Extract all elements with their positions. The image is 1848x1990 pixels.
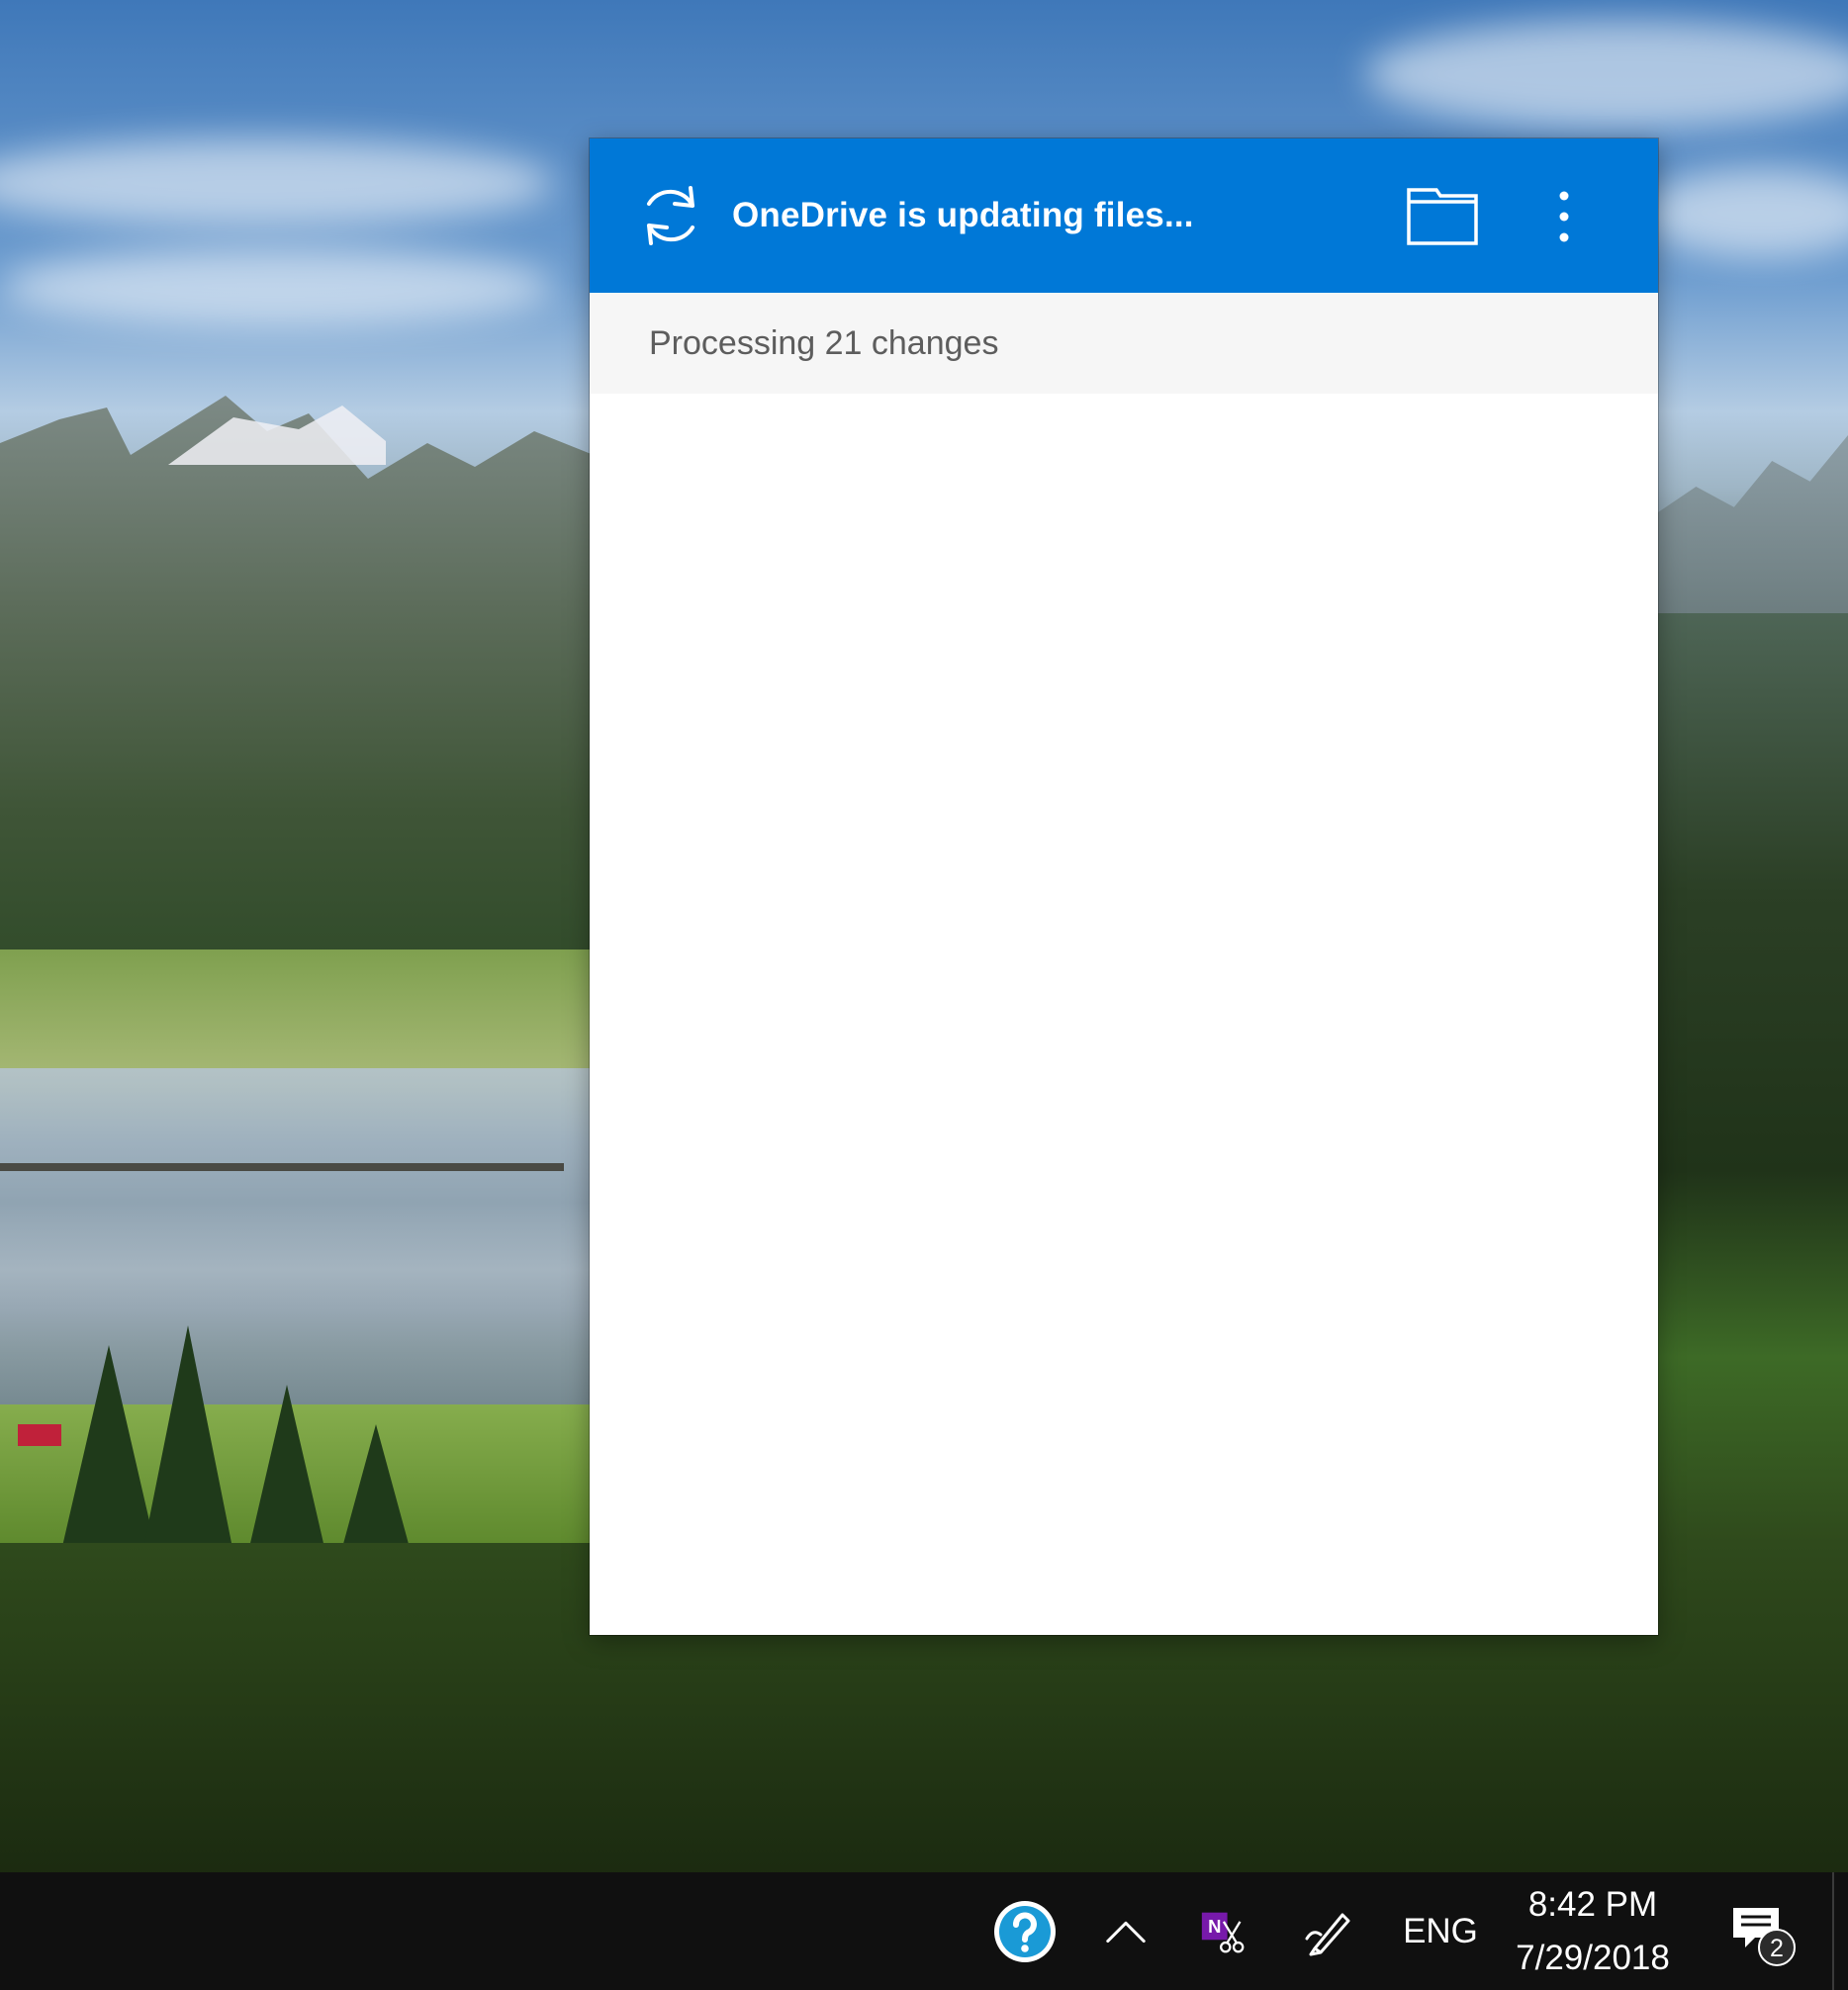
mountain-range [0,396,594,989]
help-question-icon [994,1900,1056,1962]
clock-time: 8:42 PM [1527,1884,1658,1924]
open-folder-button[interactable] [1403,182,1482,251]
activity-list [590,394,1658,1635]
action-center-button[interactable]: 2 [1715,1872,1806,1990]
bridge [0,1163,564,1171]
action-center-icon: 2 [1733,1907,1796,1966]
windows-ink-workspace-button[interactable] [1288,1872,1367,1990]
svg-text:N: N [1208,1915,1221,1936]
show-desktop-button[interactable] [1832,1872,1848,1990]
header-title: OneDrive is updating files... [732,196,1194,234]
more-options-button[interactable] [1539,182,1589,251]
cloud [1642,168,1848,257]
flyout-header: OneDrive is updating files... [590,138,1658,293]
onenote-tray-button[interactable]: N [1185,1872,1260,1990]
sync-arrows-icon [647,186,694,245]
status-text: Processing 21 changes [649,324,999,362]
folder-icon [1407,188,1478,245]
help-tray-button[interactable] [985,1872,1064,1990]
taskbar: N ENG 8:42 PM 7/29/2018 2 [0,1872,1848,1990]
status-bar: Processing 21 changes [590,293,1658,394]
input-language-indicator[interactable]: ENG [1391,1872,1490,1990]
clock-date: 7/29/2018 [1516,1938,1670,1977]
forest-hill [1658,613,1848,1543]
notification-count-badge: 2 [1770,1935,1784,1962]
show-hidden-icons-button[interactable] [1088,1872,1163,1990]
pen-workspace-icon [1305,1913,1350,1955]
clock[interactable]: 8:42 PM 7/29/2018 [1494,1872,1692,1990]
cloud [0,247,554,326]
onenote-clipper-icon: N [1201,1912,1245,1952]
more-vertical-icon [1559,191,1569,242]
chevron-up-icon [1106,1921,1146,1943]
cloud [0,138,554,227]
valley-fields [0,950,594,1068]
cloud [1365,20,1848,129]
onedrive-flyout: OneDrive is updating files... Processing… [590,138,1658,1635]
